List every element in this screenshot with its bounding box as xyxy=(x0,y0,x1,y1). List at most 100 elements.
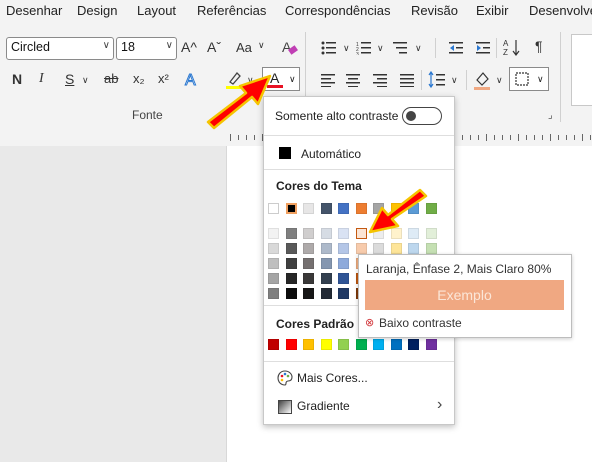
theme-shade-swatch[interactable] xyxy=(285,273,297,284)
ruler-tick xyxy=(526,135,527,140)
tab-desenvolvedor[interactable]: Desenvolve xyxy=(529,3,592,18)
align-center-icon[interactable] xyxy=(346,73,362,87)
shrink-font-button[interactable]: Aˇ xyxy=(207,39,221,55)
styles-gallery[interactable] xyxy=(571,34,592,106)
tab-exibir[interactable]: Exibir xyxy=(476,3,509,18)
theme-shade-swatch[interactable] xyxy=(303,243,314,254)
more-colors-row[interactable]: Mais Cores... xyxy=(264,369,454,389)
theme-shade-swatch[interactable] xyxy=(373,243,384,254)
standard-color-swatch[interactable] xyxy=(408,339,419,350)
chevron-down-icon[interactable]: ∨ xyxy=(451,75,458,86)
theme-color-swatch[interactable] xyxy=(338,203,349,214)
standard-color-swatch[interactable] xyxy=(373,339,384,350)
theme-color-swatch[interactable] xyxy=(285,203,297,214)
theme-shade-swatch[interactable] xyxy=(285,288,297,299)
theme-shade-swatch[interactable] xyxy=(338,273,349,284)
theme-shade-swatch[interactable] xyxy=(268,288,279,299)
theme-shade-swatch[interactable] xyxy=(285,228,297,239)
theme-shade-swatch[interactable] xyxy=(303,228,314,239)
theme-shade-swatch[interactable] xyxy=(338,228,349,239)
font-name-box[interactable]: Circled ∨ xyxy=(6,37,114,60)
theme-shade-swatch[interactable] xyxy=(268,243,279,254)
theme-shade-swatch[interactable] xyxy=(390,243,402,254)
theme-colors-heading: Cores do Tema xyxy=(276,179,362,193)
font-size-box[interactable]: 18 ∨ xyxy=(116,37,177,60)
underline-button[interactable]: S xyxy=(65,71,74,87)
bold-button[interactable]: N xyxy=(12,71,22,87)
italic-button[interactable]: I xyxy=(39,71,44,87)
shading-icon[interactable] xyxy=(472,69,492,91)
theme-shade-swatch[interactable] xyxy=(285,243,297,254)
change-case-button[interactable]: Aa xyxy=(236,40,252,55)
theme-shade-swatch[interactable] xyxy=(338,243,349,254)
theme-color-swatch[interactable] xyxy=(320,203,332,214)
theme-shade-swatch[interactable] xyxy=(303,258,314,269)
standard-color-swatch[interactable] xyxy=(425,339,437,350)
strikethrough-button[interactable]: ab xyxy=(104,71,118,86)
theme-shade-swatch[interactable] xyxy=(320,243,332,254)
tab-referencias[interactable]: Referências xyxy=(197,3,266,18)
pilcrow-button[interactable]: ¶ xyxy=(535,38,543,54)
dialog-launcher-icon[interactable]: ⌟ xyxy=(548,110,553,121)
chevron-down-icon[interactable]: ∨ xyxy=(496,75,503,86)
ruler-tick xyxy=(566,135,567,140)
align-left-icon[interactable] xyxy=(321,73,337,87)
standard-color-swatch[interactable] xyxy=(268,339,279,350)
align-right-icon[interactable] xyxy=(373,73,389,87)
bullets-icon[interactable] xyxy=(321,41,337,55)
chevron-down-icon[interactable]: ∨ xyxy=(258,40,265,51)
theme-shade-swatch[interactable] xyxy=(303,273,314,284)
text-effects-icon[interactable]: A xyxy=(183,70,201,89)
theme-shade-swatch[interactable] xyxy=(268,228,279,239)
chevron-down-icon[interactable]: ∨ xyxy=(415,43,422,54)
separator xyxy=(264,361,454,362)
theme-shade-swatch[interactable] xyxy=(268,273,279,284)
standard-color-swatch[interactable] xyxy=(355,339,367,350)
theme-shade-swatch[interactable] xyxy=(408,243,419,254)
tab-layout[interactable]: Layout xyxy=(137,3,176,18)
tab-correspondencias[interactable]: Correspondências xyxy=(285,3,391,18)
standard-color-swatch[interactable] xyxy=(285,339,297,350)
line-spacing-icon[interactable] xyxy=(428,71,446,89)
ruler-tick xyxy=(510,135,511,140)
grow-font-button[interactable]: A^ xyxy=(181,39,197,55)
standard-color-swatch[interactable] xyxy=(390,339,402,350)
decrease-indent-icon[interactable] xyxy=(449,41,465,55)
theme-shade-swatch[interactable] xyxy=(320,273,332,284)
justify-icon[interactable] xyxy=(400,73,416,87)
standard-color-swatch[interactable] xyxy=(303,339,314,350)
theme-shade-swatch[interactable] xyxy=(320,288,332,299)
chevron-down-icon[interactable]: ∨ xyxy=(82,75,89,86)
svg-text:A: A xyxy=(503,39,509,48)
chevron-down-icon[interactable]: ∨ xyxy=(377,43,384,54)
tab-design[interactable]: Design xyxy=(77,3,117,18)
theme-shade-swatch[interactable] xyxy=(338,288,349,299)
gradient-row[interactable]: Gradiente › xyxy=(264,396,454,417)
theme-shade-swatch[interactable] xyxy=(268,258,279,269)
standard-color-swatch[interactable] xyxy=(320,339,332,350)
clear-formatting-icon[interactable]: A xyxy=(280,38,298,56)
theme-shade-swatch[interactable] xyxy=(355,243,367,254)
theme-shade-swatch[interactable] xyxy=(303,288,314,299)
standard-color-swatch[interactable] xyxy=(338,339,349,350)
theme-shade-swatch[interactable] xyxy=(285,258,297,269)
tab-desenhar[interactable]: Desenhar xyxy=(6,3,62,18)
automatic-color-row[interactable]: Automático xyxy=(264,145,454,163)
theme-color-swatch[interactable] xyxy=(303,203,314,214)
theme-shade-swatch[interactable] xyxy=(338,258,349,269)
chevron-down-icon[interactable]: ∨ xyxy=(343,43,350,54)
multilevel-list-icon[interactable] xyxy=(393,41,409,55)
theme-shade-swatch[interactable] xyxy=(425,243,437,254)
superscript-button[interactable]: x² xyxy=(158,71,169,86)
numbering-icon[interactable]: 1 2 3 xyxy=(356,41,372,55)
sort-icon[interactable]: AZ xyxy=(503,38,521,58)
increase-indent-icon[interactable] xyxy=(476,41,492,55)
borders-button[interactable]: ∨ xyxy=(509,67,549,91)
theme-color-swatch[interactable] xyxy=(268,203,279,214)
theme-shade-swatch[interactable] xyxy=(320,258,332,269)
high-contrast-toggle[interactable] xyxy=(402,107,442,125)
ruler-tick xyxy=(534,135,535,140)
tab-revisao[interactable]: Revisão xyxy=(411,3,458,18)
subscript-button[interactable]: x₂ xyxy=(133,71,145,86)
theme-shade-swatch[interactable] xyxy=(320,228,332,239)
